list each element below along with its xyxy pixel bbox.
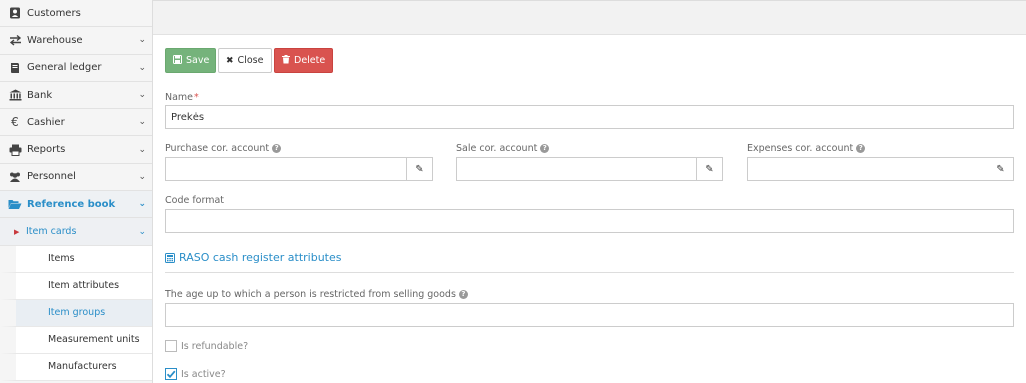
sidebar-leaf-manufacturers[interactable]: Manufacturers [0, 353, 152, 381]
is-refundable-checkbox[interactable]: Is refundable? [165, 340, 248, 352]
name-input[interactable]: Prekės [165, 105, 1014, 129]
purchase-cor-account-label: Purchase cor. account? [165, 143, 282, 154]
book-icon [8, 61, 22, 75]
sidebar-item-label: Warehouse [27, 34, 83, 46]
sidebar-item-general-ledger[interactable]: General ledger ⌄ [0, 55, 152, 82]
raso-attributes-link[interactable]: RASO cash register attributes [165, 251, 341, 264]
folder-open-icon [8, 197, 22, 211]
sidebar-leaf-measurement-units[interactable]: Measurement units [0, 326, 152, 354]
sidebar-item-label: Cashier [27, 116, 65, 128]
checkbox-unchecked[interactable] [165, 340, 177, 352]
chevron-down-icon: ⌄ [138, 144, 146, 155]
caret-right-icon: ▶ [14, 227, 20, 236]
sale-cor-account-label: Sale cor. account? [456, 143, 550, 154]
close-icon: ✖ [226, 55, 234, 66]
transfer-arrows-icon [8, 33, 22, 47]
sidebar-item-cashier[interactable]: € Cashier ⌄ [0, 109, 152, 137]
address-book-icon [8, 6, 22, 20]
required-asterisk: * [194, 92, 199, 103]
edit-expenses-account-button[interactable]: ✎ [988, 157, 1014, 181]
chevron-down-icon: ⌄ [138, 62, 146, 73]
edit-sale-account-button[interactable]: ✎ [697, 157, 723, 181]
help-icon[interactable]: ? [540, 144, 550, 153]
chevron-down-icon: ⌄ [138, 226, 146, 237]
check-mark-icon [166, 370, 176, 379]
code-format-label: Code format [165, 195, 225, 206]
sale-cor-account-input[interactable] [456, 157, 697, 181]
chevron-down-icon: ⌄ [138, 199, 146, 210]
save-button[interactable]: Save [165, 48, 216, 73]
sidebar-item-reference-book[interactable]: Reference book ⌄ [0, 191, 152, 219]
help-icon[interactable]: ? [272, 144, 282, 153]
help-icon[interactable]: ? [856, 144, 866, 153]
calculator-icon [165, 252, 175, 263]
chevron-down-icon: ⌄ [138, 90, 146, 101]
pencil-icon: ✎ [705, 163, 714, 175]
form-toolbar: Save ✖ Close Delete [165, 48, 333, 73]
purchase-cor-account-input[interactable] [165, 157, 407, 181]
expenses-cor-account-label: Expenses cor. account? [747, 143, 866, 154]
sidebar-item-label: General ledger [27, 62, 102, 74]
sidebar-submenu-item-cards[interactable]: ▶ Item cards ⌄ [0, 218, 152, 246]
sidebar-item-personnel[interactable]: Personnel ⌄ [0, 164, 152, 192]
help-icon[interactable]: ? [458, 290, 468, 299]
delete-button[interactable]: Delete [274, 48, 333, 73]
sidebar-item-label: Personnel [27, 171, 76, 183]
sidebar-item-label: Reference book [27, 198, 116, 210]
sidebar-item-label: Customers [27, 7, 81, 19]
sidebar-leaf-item-groups[interactable]: Item groups [0, 299, 152, 327]
age-restriction-label: The age up to which a person is restrict… [165, 289, 468, 300]
euro-icon: € [11, 115, 19, 130]
edit-purchase-account-button[interactable]: ✎ [407, 157, 433, 181]
users-icon [8, 170, 22, 184]
floppy-disk-icon [173, 54, 182, 67]
code-format-input[interactable] [165, 209, 1014, 233]
sidebar-submenu-label: Item cards [26, 226, 77, 238]
sidebar: Customers Warehouse ⌄ General ledger ⌄ B… [0, 0, 153, 383]
age-restriction-input[interactable] [165, 303, 1014, 327]
printer-icon [8, 143, 22, 157]
name-label: Name * [165, 92, 199, 103]
sidebar-leaf-item-attributes[interactable]: Item attributes [0, 272, 152, 300]
is-active-checkbox[interactable]: Is active? [165, 368, 226, 380]
chevron-down-icon: ⌄ [138, 171, 146, 182]
close-button[interactable]: ✖ Close [218, 48, 272, 73]
top-bar [153, 0, 1026, 35]
sidebar-item-warehouse[interactable]: Warehouse ⌄ [0, 27, 152, 55]
trash-icon [282, 54, 290, 67]
sidebar-leaf-items[interactable]: Items [0, 245, 152, 273]
checkbox-checked[interactable] [165, 368, 177, 380]
sidebar-item-bank[interactable]: Bank ⌄ [0, 82, 152, 110]
chevron-down-icon: ⌄ [138, 117, 146, 128]
sidebar-item-customers[interactable]: Customers [0, 0, 152, 28]
pencil-icon: ✎ [996, 163, 1005, 175]
sidebar-item-label: Reports [27, 144, 66, 156]
bank-icon [8, 88, 22, 102]
sidebar-item-label: Bank [27, 89, 53, 101]
sidebar-item-reports[interactable]: Reports ⌄ [0, 136, 152, 164]
pencil-icon: ✎ [415, 163, 424, 175]
chevron-down-icon: ⌄ [138, 35, 146, 46]
section-divider [165, 272, 1014, 273]
expenses-cor-account-input[interactable] [747, 157, 989, 181]
